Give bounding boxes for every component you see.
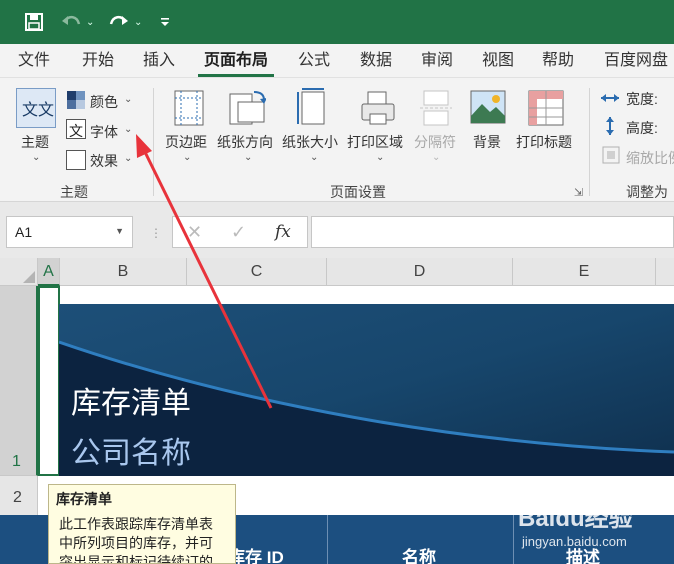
annotation-arrow (136, 134, 273, 409)
